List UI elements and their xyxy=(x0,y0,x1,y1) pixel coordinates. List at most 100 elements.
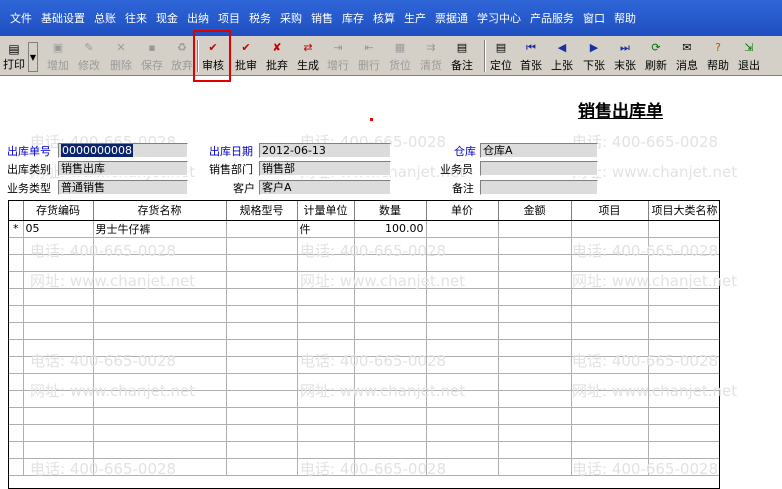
table-row-empty[interactable] xyxy=(9,305,719,323)
empty-cell[interactable] xyxy=(498,390,572,408)
empty-cell[interactable] xyxy=(498,441,572,459)
empty-cell[interactable] xyxy=(23,305,94,323)
menu-cash[interactable]: 现金 xyxy=(156,10,178,26)
cell-code[interactable]: 05 xyxy=(23,220,94,238)
empty-cell[interactable] xyxy=(354,407,427,425)
table-row[interactable]: * 05 男士牛仔裤 件 100.00 xyxy=(9,220,719,238)
prev-button[interactable]: ◀ 上张 xyxy=(551,39,573,73)
empty-cell[interactable] xyxy=(426,254,499,272)
empty-cell[interactable] xyxy=(426,339,499,357)
approve-button[interactable]: ✔ 批审 xyxy=(235,39,257,73)
empty-cell[interactable] xyxy=(297,254,355,272)
empty-cell[interactable] xyxy=(23,458,94,476)
col-header-qty[interactable]: 数量 xyxy=(354,201,427,221)
empty-cell[interactable] xyxy=(354,424,427,442)
empty-cell[interactable] xyxy=(23,288,94,306)
empty-cell[interactable] xyxy=(571,373,649,391)
empty-cell[interactable] xyxy=(226,441,298,459)
empty-cell[interactable] xyxy=(226,254,298,272)
empty-cell[interactable] xyxy=(23,254,94,272)
empty-cell[interactable] xyxy=(297,322,355,340)
empty-cell[interactable] xyxy=(23,441,94,459)
empty-cell[interactable] xyxy=(354,305,427,323)
col-header-price[interactable]: 单价 xyxy=(426,201,499,221)
empty-cell[interactable] xyxy=(23,373,94,391)
cell-amount[interactable] xyxy=(498,220,572,238)
empty-cell[interactable] xyxy=(498,288,572,306)
empty-cell[interactable] xyxy=(426,458,499,476)
empty-cell[interactable] xyxy=(426,237,499,255)
col-header-name[interactable]: 存货名称 xyxy=(93,201,227,221)
empty-cell[interactable] xyxy=(426,305,499,323)
empty-cell[interactable] xyxy=(93,458,227,476)
outbound-type-field[interactable]: 销售出库 xyxy=(58,161,188,176)
empty-cell[interactable] xyxy=(93,271,227,289)
empty-cell[interactable] xyxy=(426,407,499,425)
cell-qty[interactable]: 100.00 xyxy=(354,220,427,238)
table-row-empty[interactable] xyxy=(9,288,719,306)
table-row-empty[interactable] xyxy=(9,237,719,255)
salesperson-field[interactable] xyxy=(480,161,598,176)
menu-sales[interactable]: 销售 xyxy=(311,10,333,26)
empty-cell[interactable] xyxy=(93,441,227,459)
empty-cell[interactable] xyxy=(498,458,572,476)
col-header-spec[interactable]: 规格型号 xyxy=(226,201,298,221)
delete-button[interactable]: ✕ 删除 xyxy=(110,39,132,73)
empty-cell[interactable] xyxy=(297,407,355,425)
empty-cell[interactable] xyxy=(93,390,227,408)
empty-cell[interactable] xyxy=(498,322,572,340)
empty-cell[interactable] xyxy=(648,458,719,476)
empty-cell[interactable] xyxy=(498,407,572,425)
empty-cell[interactable] xyxy=(498,339,572,357)
outbound-no-field[interactable]: 0000000008 xyxy=(58,143,188,158)
empty-cell[interactable] xyxy=(93,237,227,255)
abandon-button[interactable]: ♻ 放弃 xyxy=(171,39,193,73)
empty-cell[interactable] xyxy=(354,458,427,476)
empty-cell[interactable] xyxy=(226,305,298,323)
empty-cell[interactable] xyxy=(648,288,719,306)
empty-cell[interactable] xyxy=(226,373,298,391)
empty-cell[interactable] xyxy=(297,339,355,357)
empty-cell[interactable] xyxy=(226,407,298,425)
empty-cell[interactable] xyxy=(354,288,427,306)
menu-bills[interactable]: 票据通 xyxy=(435,10,468,26)
empty-cell[interactable] xyxy=(297,424,355,442)
empty-cell[interactable] xyxy=(426,390,499,408)
print-button[interactable]: ▤ 打印 xyxy=(0,42,28,72)
empty-cell[interactable] xyxy=(498,373,572,391)
table-row-empty[interactable] xyxy=(9,458,719,476)
empty-cell[interactable] xyxy=(648,390,719,408)
empty-cell[interactable] xyxy=(23,407,94,425)
empty-cell[interactable] xyxy=(23,424,94,442)
table-row-empty[interactable] xyxy=(9,441,719,459)
empty-cell[interactable] xyxy=(571,305,649,323)
empty-cell[interactable] xyxy=(297,441,355,459)
empty-cell[interactable] xyxy=(354,271,427,289)
menu-inventory[interactable]: 库存 xyxy=(342,10,364,26)
empty-cell[interactable] xyxy=(93,339,227,357)
empty-cell[interactable] xyxy=(498,271,572,289)
batch-abandon-button[interactable]: ✘ 批弃 xyxy=(266,39,288,73)
empty-cell[interactable] xyxy=(648,339,719,357)
col-header-amount[interactable]: 金额 xyxy=(498,201,572,221)
empty-cell[interactable] xyxy=(226,271,298,289)
help-button[interactable]: ? 帮助 xyxy=(707,39,729,73)
empty-cell[interactable] xyxy=(648,424,719,442)
table-row-empty[interactable] xyxy=(9,373,719,391)
cell-project[interactable] xyxy=(571,220,649,238)
first-button[interactable]: ⏮ 首张 xyxy=(520,39,542,73)
empty-cell[interactable] xyxy=(93,254,227,272)
empty-cell[interactable] xyxy=(571,407,649,425)
empty-cell[interactable] xyxy=(297,458,355,476)
menu-window[interactable]: 窗口 xyxy=(583,10,605,26)
empty-cell[interactable] xyxy=(498,424,572,442)
table-row-empty[interactable] xyxy=(9,390,719,408)
empty-cell[interactable] xyxy=(498,305,572,323)
menu-general-ledger[interactable]: 总账 xyxy=(94,10,116,26)
empty-cell[interactable] xyxy=(571,237,649,255)
menu-production[interactable]: 生产 xyxy=(404,10,426,26)
empty-cell[interactable] xyxy=(23,271,94,289)
add-row-button[interactable]: ⇥ 增行 xyxy=(327,39,349,73)
empty-cell[interactable] xyxy=(648,271,719,289)
empty-cell[interactable] xyxy=(648,373,719,391)
